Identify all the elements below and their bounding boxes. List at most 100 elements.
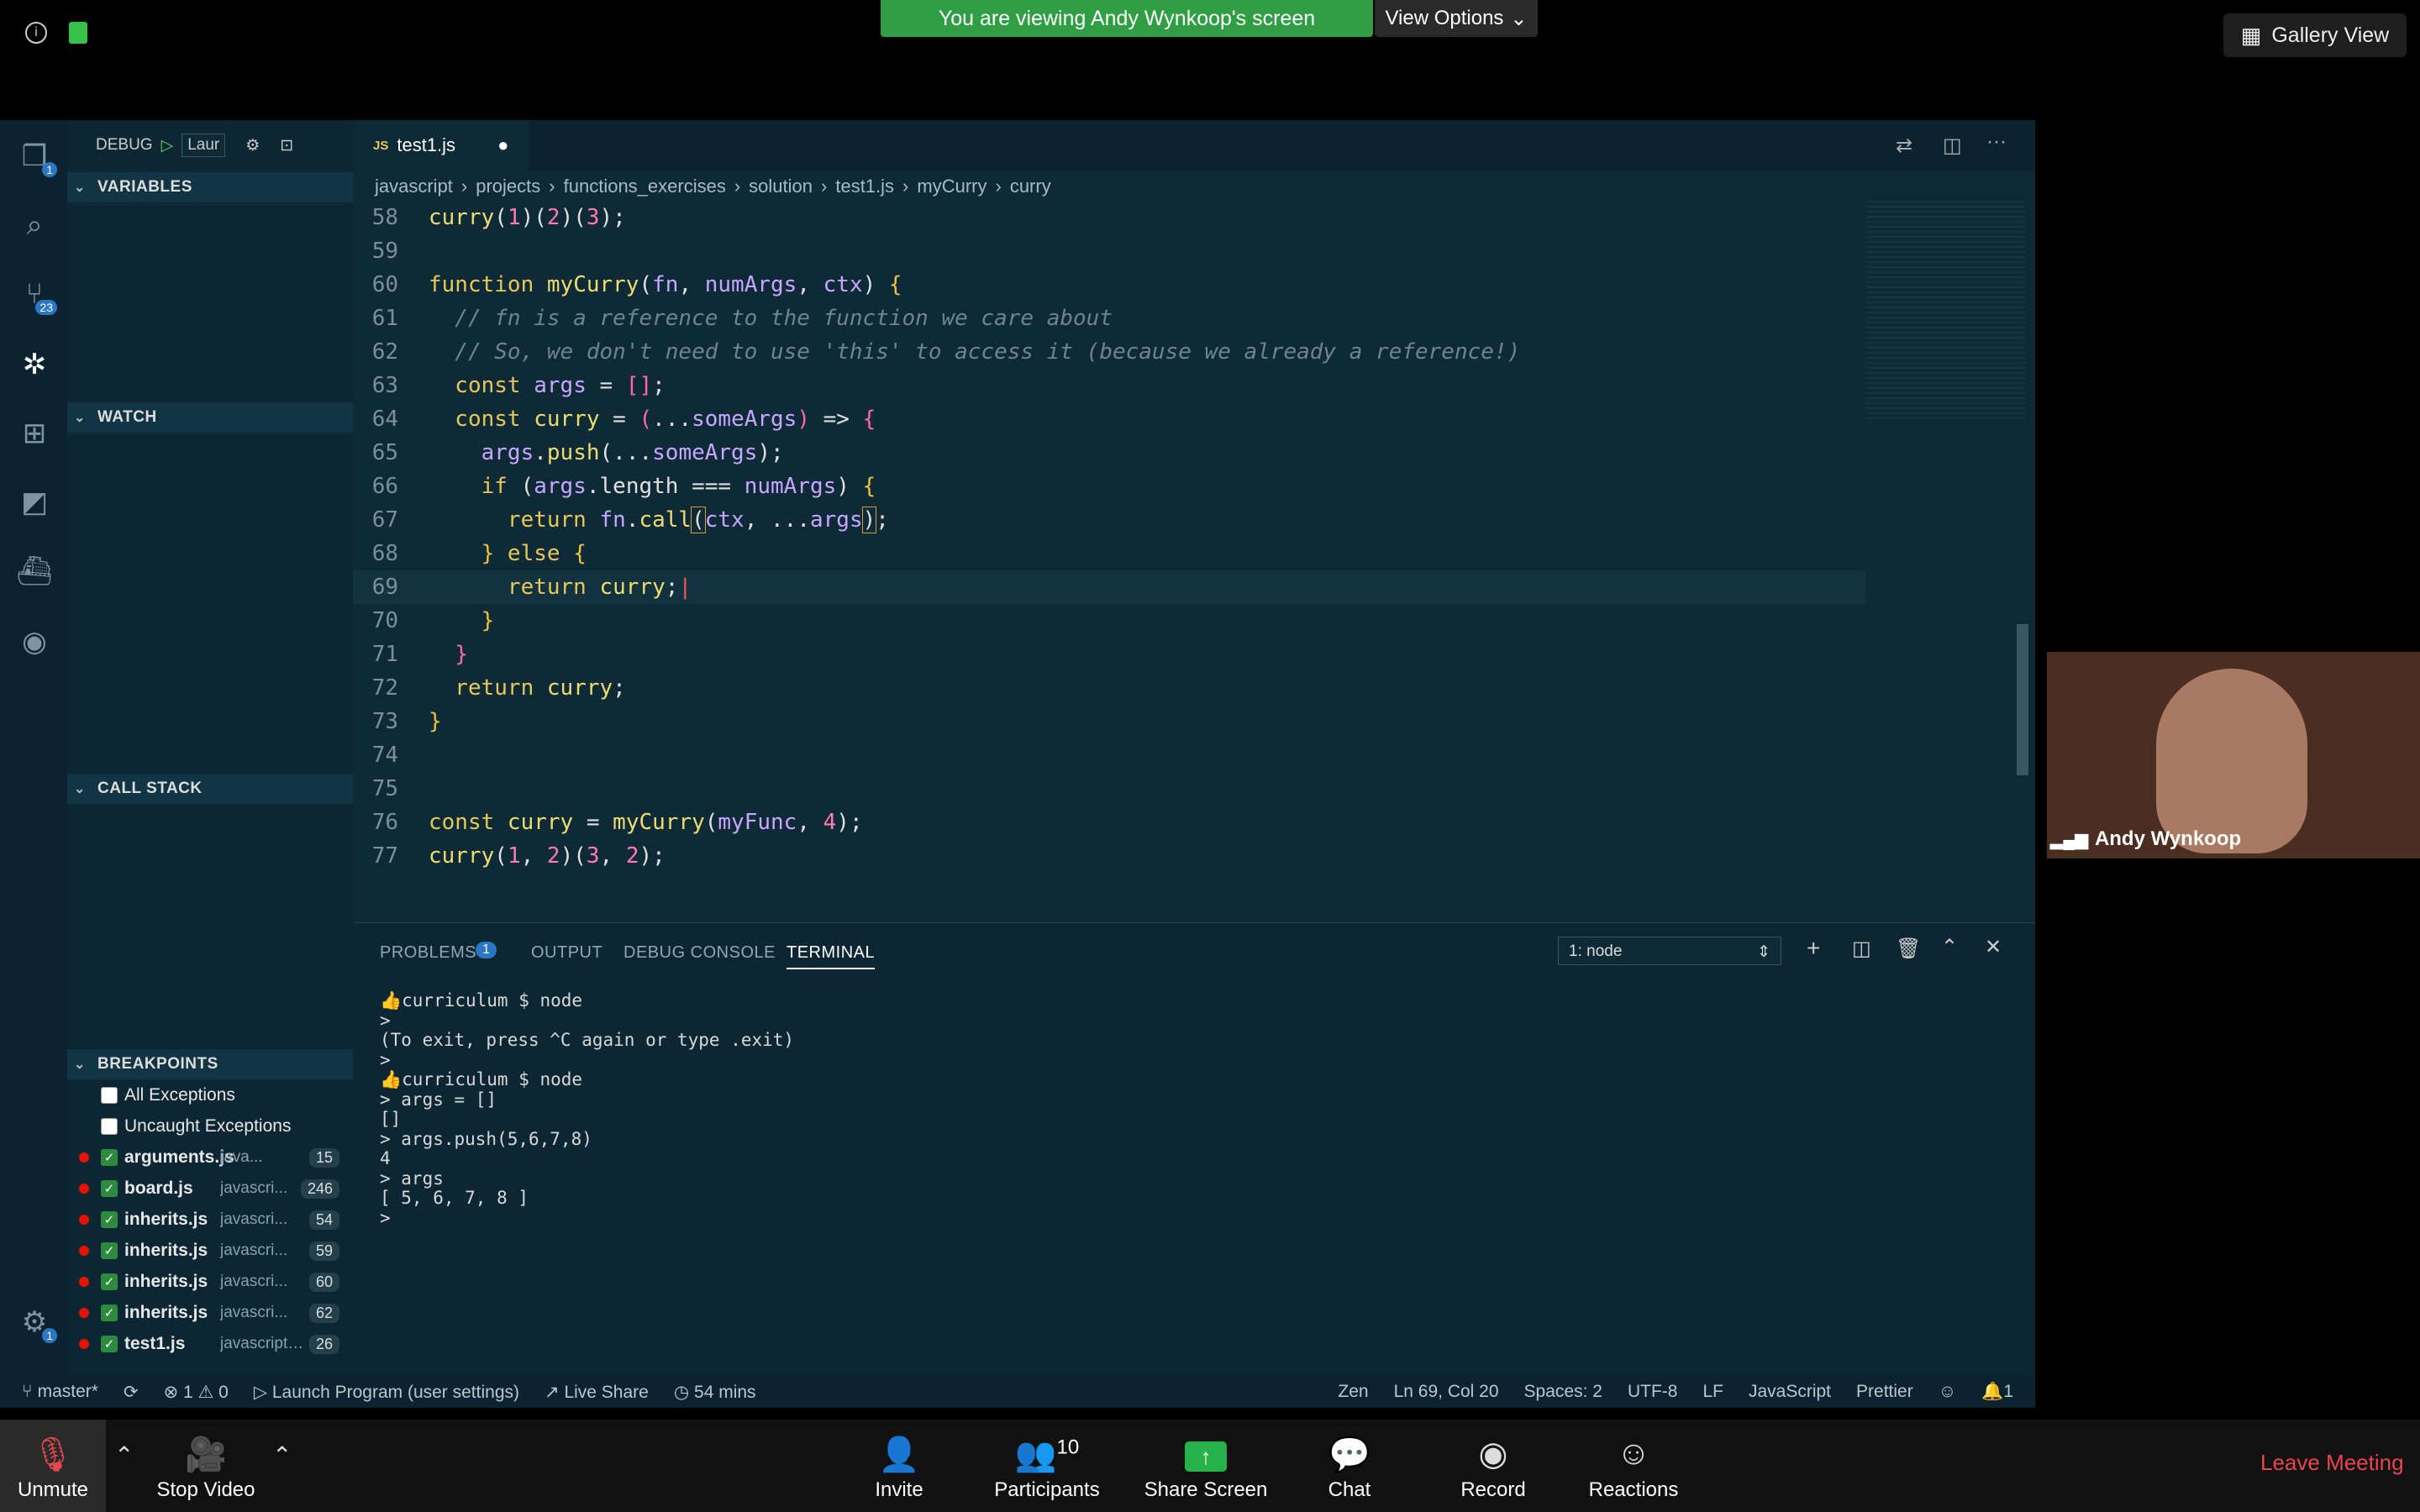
tab-problems[interactable]: PROBLEMS: [380, 943, 476, 963]
close-icon[interactable]: ✕: [1985, 935, 2002, 959]
breakpoint-item[interactable]: ✓ board.js javascri... 246: [67, 1173, 353, 1204]
tab-output[interactable]: OUTPUT: [531, 943, 602, 963]
scrollbar[interactable]: [2017, 624, 2028, 775]
lock-icon[interactable]: [69, 22, 87, 44]
invite-button[interactable]: 👤 Invite: [865, 1435, 933, 1502]
breakpoint-item[interactable]: ✓ inherits.js javascri... 59: [67, 1236, 353, 1266]
gitlens-icon[interactable]: ◉: [17, 624, 52, 659]
watch-header[interactable]: ⌄ WATCH: [67, 402, 353, 433]
gear-icon[interactable]: ⚙ 1: [17, 1305, 57, 1343]
breakpoints-header[interactable]: ⌄ BREAKPOINTS: [67, 1049, 353, 1079]
checkbox[interactable]: ✓: [101, 1149, 118, 1166]
debug-config-select[interactable]: Laur: [182, 134, 226, 157]
info-icon[interactable]: i: [25, 22, 47, 44]
code-line: 65 args. push (... someArgs);: [371, 440, 784, 465]
eol-status[interactable]: LF: [1702, 1382, 1723, 1402]
terminal-line: 👍curriculum $ node: [380, 1069, 583, 1089]
launch-status[interactable]: ▷ Launch Program (user settings): [254, 1382, 519, 1403]
variables-header[interactable]: ⌄ VARIABLES: [67, 172, 353, 202]
tab-test1-js[interactable]: JS test1.js ●: [353, 120, 529, 171]
breadcrumb-item[interactable]: solution: [749, 176, 813, 197]
branch-status[interactable]: master*: [38, 1382, 98, 1402]
terminal-line: (To exit, press ^C again or type .exit): [380, 1030, 795, 1050]
breadcrumb-item[interactable]: functions_exercises: [564, 176, 726, 197]
checkbox[interactable]: ✓: [101, 1305, 118, 1321]
unmute-button[interactable]: 🎙 Unmute: [0, 1420, 106, 1512]
breakpoint-item[interactable]: ✓ test1.js javascript/... 26: [67, 1329, 353, 1359]
checkbox[interactable]: ✓: [101, 1211, 118, 1228]
breakpoint-item[interactable]: ✓ inherits.js javascri... 62: [67, 1298, 353, 1328]
unsaved-dot-icon[interactable]: ●: [497, 134, 508, 156]
checkbox[interactable]: [101, 1118, 118, 1135]
notifications-status[interactable]: 🔔1: [1981, 1382, 2013, 1402]
compare-icon[interactable]: ⇄: [1896, 134, 1912, 158]
participant-video[interactable]: ▂▄▆ Andy Wynkoop: [2047, 652, 2420, 858]
chevron-down-icon: ⌄: [74, 1058, 86, 1072]
checkbox[interactable]: ✓: [101, 1336, 118, 1352]
encoding-status[interactable]: UTF-8: [1628, 1382, 1678, 1402]
exception-all[interactable]: All Exceptions: [67, 1080, 353, 1110]
zen-status[interactable]: Zen: [1338, 1382, 1368, 1402]
source-control-icon[interactable]: ⑂ 23: [17, 276, 57, 315]
minimap[interactable]: [1865, 201, 2025, 419]
more-icon[interactable]: ···: [1986, 130, 2007, 154]
checkbox[interactable]: ✓: [101, 1180, 118, 1197]
breadcrumb-item[interactable]: projects: [476, 176, 540, 197]
search-icon[interactable]: ⌕: [17, 207, 52, 243]
indent-status[interactable]: Spaces: 2: [1524, 1382, 1602, 1402]
code-editor[interactable]: 58 curry(1)(2)(3); 59 60 function myCurry(…: [353, 201, 1865, 915]
language-status[interactable]: JavaScript: [1749, 1382, 1831, 1402]
breakpoint-line: 246: [300, 1179, 339, 1199]
view-options-button[interactable]: View Options ⌄: [1375, 0, 1538, 37]
code-line: 68 } else {: [371, 541, 587, 566]
problems-status[interactable]: ⊗ 1 ⚠ 0: [164, 1382, 229, 1403]
terminal-icon[interactable]: ⊡: [280, 136, 293, 155]
plus-icon[interactable]: +: [1807, 935, 1820, 962]
gear-icon[interactable]: ⚙: [245, 136, 260, 155]
breakpoint-item[interactable]: ✓ inherits.js javascri... 54: [67, 1205, 353, 1235]
feedback-icon[interactable]: ☺: [1939, 1382, 1956, 1402]
tab-terminal[interactable]: TERMINAL: [786, 943, 876, 969]
breakpoint-item[interactable]: ✓ inherits.js javascri... 60: [67, 1267, 353, 1297]
stop-video-button[interactable]: 🎥 Stop Video: [151, 1435, 260, 1502]
signal-icon: ▂▄▆: [2050, 830, 2088, 849]
remote-explorer-icon[interactable]: ◩: [17, 485, 52, 520]
reactions-button[interactable]: ☺ Reactions: [1583, 1435, 1684, 1502]
leave-meeting-button[interactable]: Leave Meeting: [2260, 1450, 2404, 1476]
cursor-position[interactable]: Ln 69, Col 20: [1394, 1382, 1499, 1402]
docker-icon[interactable]: ⛴: [16, 554, 52, 589]
trash-icon[interactable]: 🗑: [1896, 937, 1921, 961]
terminal-select[interactable]: 1: node ⇕: [1558, 937, 1781, 965]
chevron-up-icon[interactable]: ⌃: [114, 1441, 134, 1469]
participants-button[interactable]: 👥10 Participants: [988, 1435, 1106, 1502]
editor-area: JS test1.js ● ⇄ ◫ ··· javascript › project…: [353, 120, 2035, 922]
record-button[interactable]: ◉ Record: [1454, 1435, 1533, 1502]
checkbox[interactable]: [101, 1087, 118, 1104]
tab-debug-console[interactable]: DEBUG CONSOLE: [623, 943, 776, 963]
exception-uncaught[interactable]: Uncaught Exceptions: [67, 1111, 353, 1142]
share-screen-button[interactable]: ↑ Share Screen: [1143, 1435, 1269, 1502]
gallery-view-button[interactable]: ▦ Gallery View: [2223, 13, 2407, 57]
call-stack-header[interactable]: ⌄ CALL STACK: [67, 774, 353, 804]
split-terminal-icon[interactable]: ◫: [1852, 937, 1871, 961]
split-editor-icon[interactable]: ◫: [1943, 134, 1962, 158]
chevron-up-icon[interactable]: ⌃: [1941, 935, 1958, 959]
debug-icon[interactable]: ✲: [17, 347, 52, 382]
breadcrumb-item[interactable]: myCurry: [917, 176, 986, 197]
breadcrumb-item[interactable]: curry: [1010, 176, 1051, 197]
chevron-up-icon[interactable]: ⌃: [272, 1441, 292, 1469]
play-icon[interactable]: ▷: [161, 136, 174, 155]
chat-button[interactable]: 💬 Chat: [1319, 1435, 1380, 1502]
live-share-status[interactable]: ↗ Live Share: [544, 1382, 649, 1403]
extensions-icon[interactable]: ⊞: [17, 416, 52, 451]
checkbox[interactable]: ✓: [101, 1273, 118, 1290]
breadcrumb-item[interactable]: javascript: [375, 176, 453, 197]
breadcrumb-item[interactable]: test1.js: [835, 176, 894, 197]
breakpoint-item[interactable]: ✓ arguments.js java... 15: [67, 1142, 353, 1173]
prettier-status[interactable]: Prettier: [1856, 1382, 1913, 1402]
sync-icon[interactable]: ⟳: [124, 1382, 139, 1403]
checkbox[interactable]: ✓: [101, 1242, 118, 1259]
explorer-icon[interactable]: ❐ 1: [17, 139, 57, 177]
debug-toolbar: DEBUG ▷ Laur ⚙ ⊡: [67, 120, 353, 171]
muted-mic-icon: 🎙: [31, 1436, 75, 1473]
